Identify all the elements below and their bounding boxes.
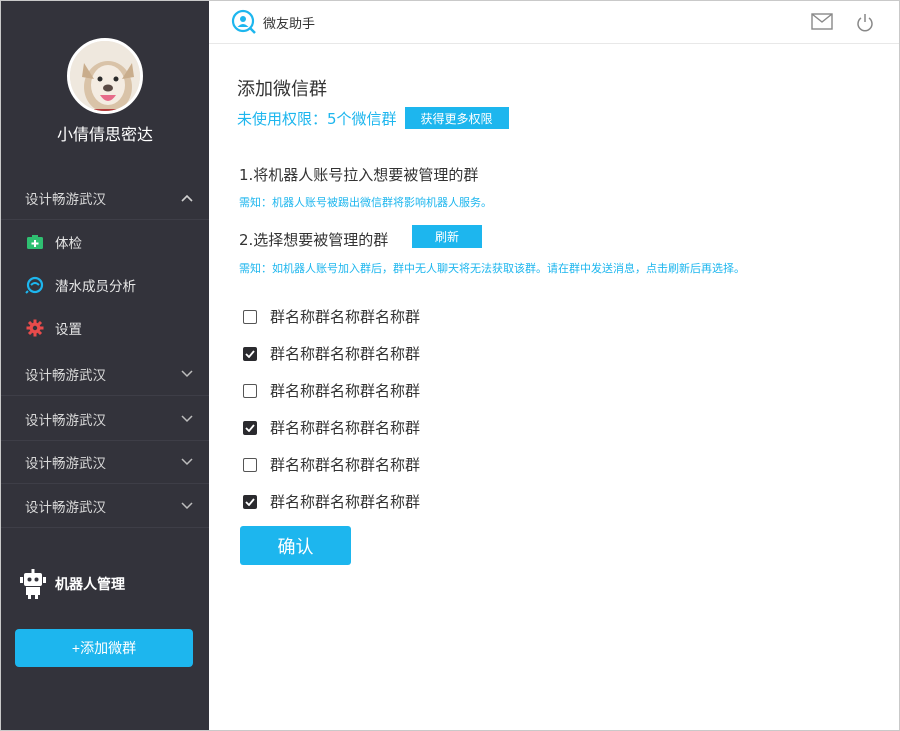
group-option[interactable]: 群名称群名称群名称群 (243, 409, 420, 446)
mail-icon[interactable] (811, 13, 833, 33)
confirm-button[interactable]: 确认 (240, 526, 351, 565)
page-title: 添加微信群 (237, 79, 327, 100)
sidebar-group-label: 设计畅游武汉 (25, 455, 106, 472)
app-logo-icon (231, 9, 257, 35)
sidebar-item-settings[interactable]: 设置 (1, 306, 209, 349)
step-one: 1.将机器人账号拉入想要被管理的群 (239, 166, 479, 184)
group-name: 群名称群名称群名称群 (270, 456, 421, 474)
sidebar-group-collapsed: 设计畅游武汉 (1, 397, 209, 441)
chevron-up-icon (179, 190, 195, 206)
sidebar-group-collapsed: 设计畅游武汉 (1, 484, 209, 528)
add-group-button[interactable]: +添加微群 (15, 629, 193, 667)
group-option[interactable]: 群名称群名称群名称群 (243, 298, 420, 335)
sidebar-item-label: 体检 (55, 235, 82, 252)
sidebar-group-label: 设计畅游武汉 (25, 412, 106, 429)
group-name: 群名称群名称群名称群 (270, 382, 421, 400)
chevron-down-icon (179, 366, 195, 382)
quota-row: 未使用权限：5个微信群 获得更多权限 (237, 107, 509, 129)
quota-text: 未使用权限：5个微信群 (237, 109, 397, 128)
step-two: 2.选择想要被管理的群 (239, 231, 389, 249)
group-option[interactable]: 群名称群名称群名称群 (243, 335, 420, 372)
sidebar-group-header[interactable]: 设计畅游武汉 (1, 352, 209, 396)
chat-analysis-icon (25, 275, 45, 295)
chevron-down-icon (179, 454, 195, 470)
robot-icon (19, 569, 47, 599)
sidebar-item-lurker-analysis[interactable]: 潜水成员分析 (1, 263, 209, 306)
sidebar-group-expanded: 设计畅游武汉 体检 潜水成员分析 设置 (1, 176, 209, 349)
robot-management-label: 机器人管理 (55, 577, 125, 593)
checkbox[interactable] (243, 494, 257, 509)
sidebar-group-header[interactable]: 设计畅游武汉 (1, 440, 209, 484)
sidebar-item-label: 潜水成员分析 (55, 278, 136, 295)
checkbox[interactable] (243, 383, 257, 398)
sidebar-group-label: 设计畅游武汉 (25, 191, 106, 208)
group-option[interactable]: 群名称群名称群名称群 (243, 372, 420, 409)
sidebar-item-checkup[interactable]: 体检 (1, 220, 209, 263)
main-content: 添加微信群 未使用权限：5个微信群 获得更多权限 1.将机器人账号拉入想要被管理… (209, 45, 899, 730)
note-two: 需知：如机器人账号加入群后，群中无人聊天将无法获取该群。请在群中发送消息，点击刷… (239, 262, 745, 275)
refresh-button[interactable]: 刷新 (412, 225, 482, 248)
sidebar-group-collapsed: 设计畅游武汉 (1, 352, 209, 396)
group-option[interactable]: 群名称群名称群名称群 (243, 446, 420, 483)
group-name: 群名称群名称群名称群 (270, 419, 421, 437)
header: 微友助手 (209, 1, 899, 44)
sidebar-group-collapsed: 设计畅游武汉 (1, 440, 209, 484)
sidebar-item-label: 设置 (55, 321, 82, 338)
note-one: 需知：机器人账号被踢出微信群将影响机器人服务。 (239, 196, 492, 209)
sidebar-group-header[interactable]: 设计畅游武汉 (1, 484, 209, 528)
app-name: 微友助手 (263, 16, 316, 32)
sidebar-group-header[interactable]: 设计畅游武汉 (1, 397, 209, 441)
get-more-permissions-button[interactable]: 获得更多权限 (404, 107, 509, 129)
sidebar-group-header[interactable]: 设计畅游武汉 (1, 176, 209, 220)
sidebar: 小倩倩思密达 设计畅游武汉 体检 潜水成员分析 设置 设计畅游武汉 设计畅游武汉… (1, 1, 209, 730)
group-list: 群名称群名称群名称群 群名称群名称群名称群 群名称群名称群名称群 群名称群名称群… (243, 298, 420, 520)
avatar[interactable] (67, 38, 143, 114)
sidebar-group-label: 设计畅游武汉 (25, 367, 106, 384)
power-icon[interactable] (856, 13, 878, 33)
chevron-down-icon (179, 498, 195, 514)
checkbox[interactable] (243, 420, 257, 435)
username: 小倩倩思密达 (56, 125, 153, 144)
medkit-icon (25, 232, 45, 252)
group-option[interactable]: 群名称群名称群名称群 (243, 483, 420, 520)
checkbox[interactable] (243, 457, 257, 472)
group-name: 群名称群名称群名称群 (270, 345, 421, 363)
brand: 微友助手 (231, 9, 315, 35)
gear-icon (25, 318, 45, 338)
robot-management[interactable]: 机器人管理 (19, 569, 125, 599)
group-name: 群名称群名称群名称群 (270, 308, 421, 326)
group-name: 群名称群名称群名称群 (270, 493, 421, 511)
checkbox[interactable] (243, 309, 257, 324)
chevron-down-icon (179, 411, 195, 427)
checkbox[interactable] (243, 346, 257, 361)
sidebar-group-label: 设计畅游武汉 (25, 499, 106, 516)
